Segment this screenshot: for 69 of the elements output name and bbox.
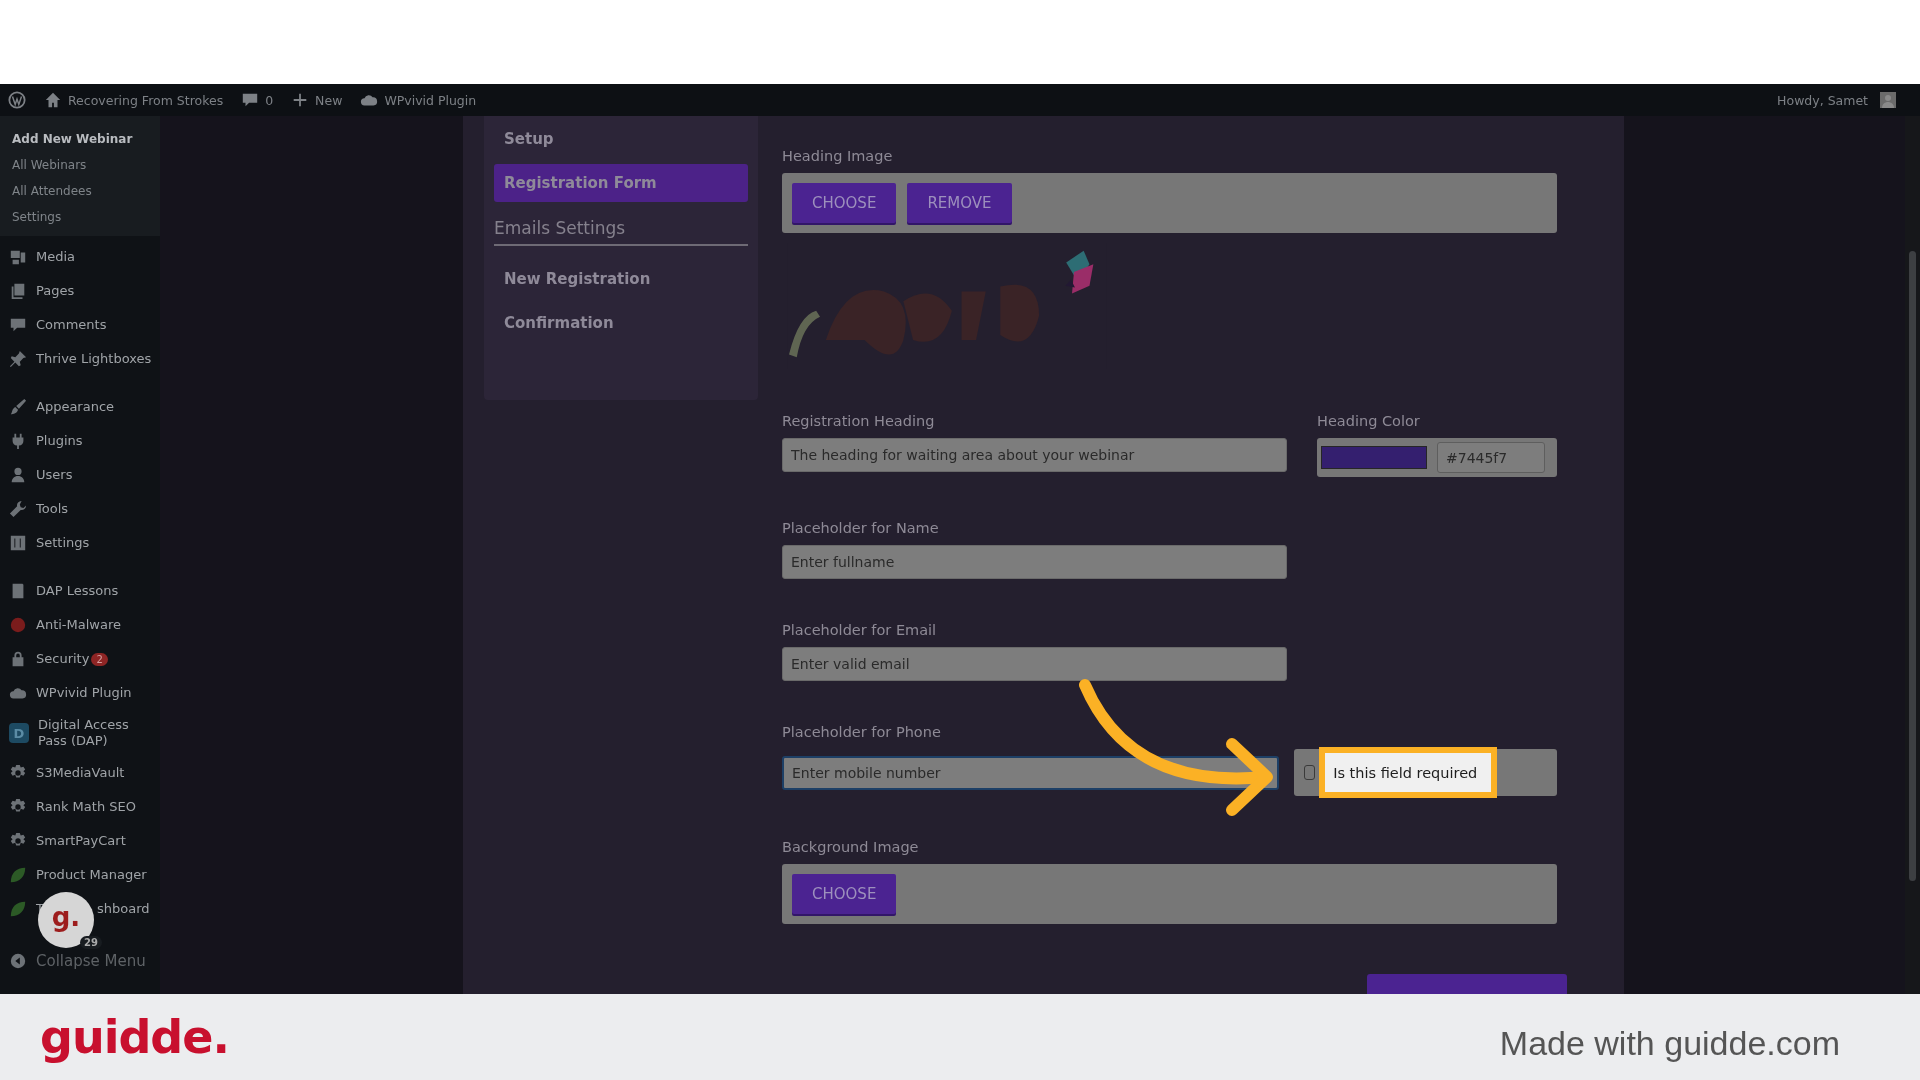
upload-button[interactable]: CHOOSE — [792, 183, 897, 223]
brand-logo: guidde. — [40, 1010, 229, 1064]
menu-item[interactable]: Security — [36, 651, 90, 667]
field-label: Placeholder for Phone — [782, 724, 942, 740]
field-label: Placeholder for Email — [782, 622, 938, 638]
submenu-item[interactable]: Add New Webinar — [12, 132, 160, 146]
field-label: Heading Image — [782, 148, 894, 164]
menu-item[interactable]: Pages — [36, 283, 75, 299]
submenu-item[interactable]: Settings — [12, 210, 160, 224]
placeholder-input[interactable]: Enter fullname — [782, 545, 1287, 579]
submenu-item[interactable]: All Attendees — [12, 184, 160, 198]
section-heading: Emails Settings — [494, 218, 748, 246]
nav-item[interactable]: Setup — [494, 120, 748, 158]
brush-icon[interactable] — [9, 398, 27, 416]
menu-item[interactable]: SmartPayCart — [36, 833, 126, 849]
home-icon[interactable] — [44, 91, 62, 109]
field-label: Registration Heading — [782, 413, 936, 429]
checkbox-label[interactable]: Is this field required — [1333, 764, 1478, 781]
nav-item[interactable]: Registration Form — [494, 164, 748, 202]
upload-button[interactable]: REMOVE — [907, 183, 1012, 223]
field-label: Background Image — [782, 839, 920, 855]
menu-item[interactable]: Appearance — [36, 399, 115, 415]
menu-item[interactable]: Media — [36, 249, 76, 265]
menu-item[interactable]: Tools — [36, 501, 69, 517]
plugin-link[interactable]: WPvivid Plugin — [384, 92, 477, 108]
collapse-icon[interactable] — [9, 952, 27, 970]
bubble-logo: g. — [51, 904, 81, 930]
upload-button[interactable]: CHOOSE — [792, 874, 897, 914]
field-label: Heading Color — [1317, 413, 1421, 429]
submenu-item[interactable]: All Webinars — [12, 158, 160, 172]
placeholder-input[interactable]: Enter valid email — [782, 647, 1287, 681]
wordpress-logo-icon[interactable] — [8, 91, 26, 109]
menu-item[interactable]: Rank Math SEO — [36, 799, 136, 815]
nav-item[interactable]: New Registration — [494, 260, 748, 298]
menu-item[interactable]: Settings — [36, 535, 90, 551]
color-swatch[interactable] — [1321, 446, 1427, 469]
pushpin-icon[interactable] — [9, 350, 27, 368]
new-link[interactable]: New — [315, 92, 343, 108]
user-icon[interactable] — [9, 466, 27, 484]
sliders-icon[interactable] — [9, 534, 27, 552]
menu-item[interactable]: Comments — [36, 317, 107, 333]
media-icon[interactable] — [9, 248, 27, 266]
menu-item[interactable]: Plugins — [36, 433, 83, 449]
field-label: Placeholder for Name — [782, 520, 940, 536]
menu-item[interactable]: Product Manager — [36, 867, 147, 883]
menu-item[interactable]: Anti-Malware — [36, 617, 121, 633]
credit-text: Made with guidde.com — [1499, 1023, 1840, 1063]
menu-item[interactable]: Thrive Lightboxes — [36, 351, 152, 367]
menu-item[interactable]: Users — [36, 467, 73, 483]
count-badge: 2 — [91, 652, 108, 666]
scrollbar[interactable] — [1905, 116, 1920, 994]
site-name-link[interactable]: Recovering From Strokes — [68, 92, 224, 108]
leaf-icon[interactable] — [9, 866, 27, 884]
menu-item[interactable]: WPvivid Plugin — [36, 685, 132, 701]
collapse-menu-link[interactable]: Collapse Menu — [36, 953, 146, 969]
menu-item[interactable]: DAP Lessons — [36, 583, 119, 599]
menu-item[interactable]: shboard — [96, 901, 150, 917]
required-checkbox[interactable] — [1304, 765, 1316, 780]
menu-item[interactable]: Digital Access Pass (DAP) — [38, 717, 154, 749]
menu-item[interactable]: S3MediaVault — [36, 765, 125, 781]
comment-count[interactable]: 0 — [265, 92, 274, 108]
leaf-icon[interactable] — [9, 900, 27, 918]
greeting-link[interactable]: Howdy, Samet — [1777, 92, 1868, 108]
color-input[interactable]: #7445f7 — [1437, 442, 1545, 473]
pages-icon[interactable] — [9, 282, 27, 300]
wrench-icon[interactable] — [9, 500, 27, 518]
nav-item[interactable]: Confirmation — [494, 304, 748, 342]
heading-input[interactable]: The heading for waiting area about your webinar — [782, 438, 1287, 472]
color-picker[interactable]: #7445f7 — [1317, 438, 1557, 477]
